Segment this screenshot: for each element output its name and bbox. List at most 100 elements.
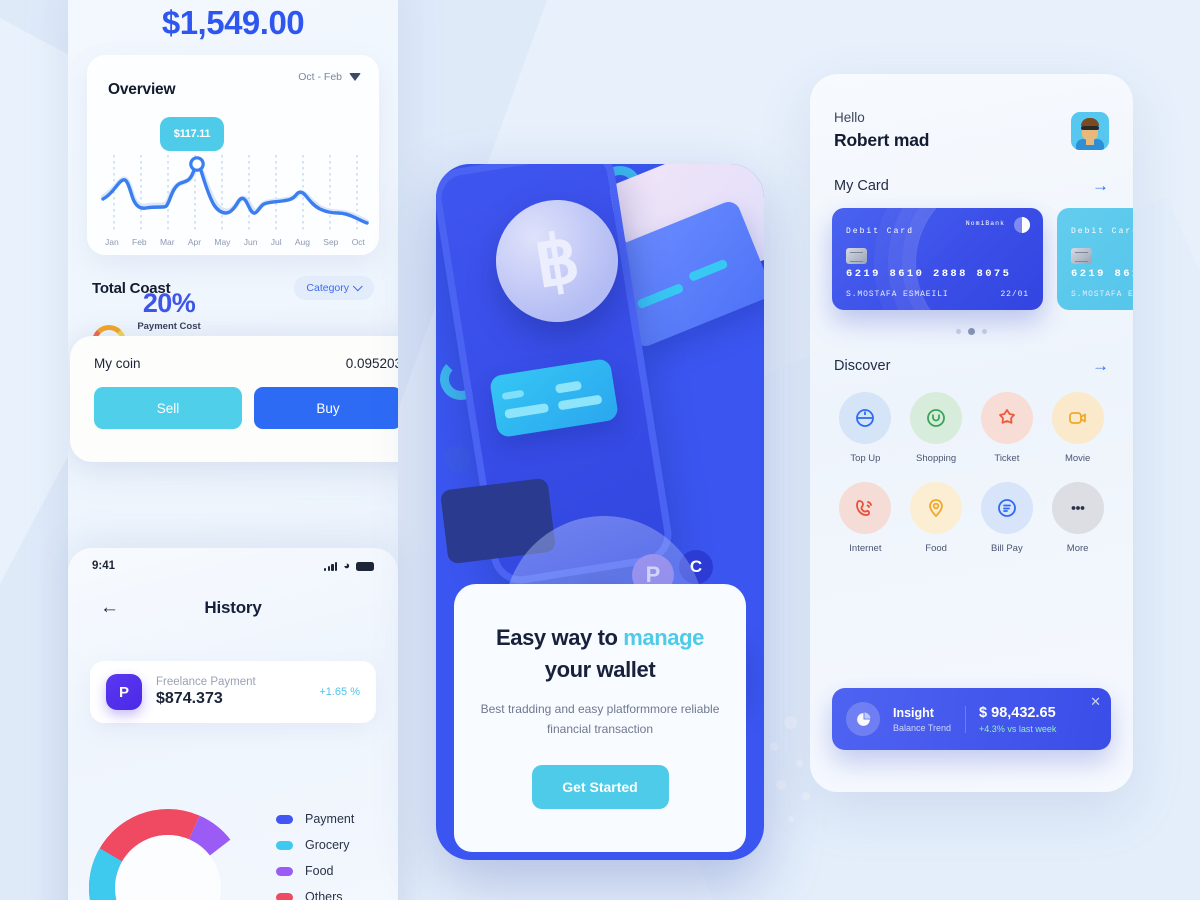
discover-label: Movie [1064,453,1091,464]
discover-label: Bill Pay [991,543,1023,554]
discover-grid: Top Up Shopping Ticket Movie Internet Fo… [810,374,1133,554]
card-chip-icon [846,248,867,264]
carousel-dot[interactable] [956,329,961,334]
insight-title: Insight [893,705,934,720]
donut-percent: 20% [142,288,196,318]
legend-item: Others [276,890,354,900]
category-dropdown[interactable]: Category [294,276,374,300]
center-phone-panel: 000 ฿ P C ฿ BUY Easy way to manage your … [436,164,764,860]
my-coin-label: My coin [94,356,141,371]
promo-card: Easy way to manage your wallet Best trad… [454,584,746,852]
discover-item-internet[interactable]: Internet [830,482,901,554]
topup-icon [839,392,892,444]
transaction-name: Freelance Payment [156,676,256,688]
close-icon[interactable]: ✕ [1090,695,1101,708]
insight-amount: $ 98,432.65 [979,704,1056,721]
bank-card[interactable]: Debit Card 6219 8610 2888 8075 S.MOSTAFA… [1057,208,1133,310]
x-tick: May [214,237,231,247]
promo-heading: Easy way to manage your wallet [480,622,720,686]
discover-item-movie[interactable]: Movie [1042,392,1113,464]
my-card-title: My Card [834,177,889,194]
bank-card[interactable]: Debit Card NomiBank 6219 8610 2888 8075 … [832,208,1043,310]
legend-label: Grocery [305,838,350,852]
discover-item-more[interactable]: More [1042,482,1113,554]
my-card-header: My Card → [810,151,1133,194]
transaction-amount: $874.373 [156,690,223,707]
card-number: 6219 8610 2888 8075 [1071,268,1133,280]
card-number: 6219 8610 2888 8075 [846,268,1012,280]
status-bar: 9:41 ◕ [68,548,398,572]
chevron-down-icon [349,73,361,81]
discover-label: Top Up [850,453,881,464]
x-tick: Aug [294,237,310,247]
promo-heading-highlight: manage [623,625,704,650]
x-tick: Mar [159,237,175,247]
pie-chart-icon [846,702,880,736]
wifi-icon: ◕ [343,559,350,572]
chart-x-axis: Jan Feb Mar Apr May Jun Jul Aug Sep Oct [101,237,369,247]
legend-swatch [276,866,293,876]
phone-call-icon [839,482,892,534]
discover-item-bill-pay[interactable]: Bill Pay [972,482,1043,554]
card-holder: S.MOSTAFA ESMAEILI [846,290,949,299]
avatar[interactable] [1071,111,1109,150]
overview-range-selector[interactable]: Oct - Feb [298,71,361,83]
chevron-down-icon [352,280,363,291]
discover-label: More [1066,543,1089,554]
line-chart [100,155,370,233]
legend-swatch [276,892,293,900]
arrow-right-icon[interactable]: → [1092,177,1109,194]
card-type-label: Debit Card [1071,227,1133,236]
right-phone-panel: Hello Robert mad My Card → Debit Card No… [810,74,1133,792]
x-tick: Jul [270,237,282,247]
discover-item-top-up[interactable]: Top Up [830,392,901,464]
x-tick: Feb [132,237,147,247]
shopping-icon [910,392,963,444]
discover-title: Discover [834,357,891,374]
more-dots-icon [1051,482,1104,534]
card-carousel[interactable]: Debit Card NomiBank 6219 8610 2888 8075 … [810,208,1133,312]
x-tick: Oct [351,237,365,247]
my-coin-value: 0.095203 [345,356,398,371]
donut-caption: Payment Cost [137,321,201,332]
overview-title: Overview [108,81,176,98]
carousel-dot-active[interactable] [968,328,975,335]
get-started-button[interactable]: Get Started [531,765,669,810]
donut-center-label: 20% Payment Cost [104,288,234,332]
transaction-row[interactable]: P Freelance Payment $874.373 +1.65 % [90,661,376,723]
legend-swatch [276,814,293,824]
card-chip-icon [1071,248,1092,264]
greeting-small: Hello [834,110,865,125]
discover-header: Discover → [810,335,1133,374]
total-balance: $1,549.00 [161,4,305,41]
x-tick: Sep [323,237,339,247]
battery-icon [356,561,374,571]
card-expiry: 22/01 [1000,290,1029,299]
discover-item-food[interactable]: Food [901,482,972,554]
legend-item: Payment [276,812,354,826]
category-label: Category [306,282,349,294]
chart-tooltip: $117.11 [160,117,224,151]
my-coin-card: My coin 0.095203 Sell Buy [70,336,398,462]
greeting-name: Robert mad [834,130,930,150]
insight-delta: +4.3% vs last week [979,723,1057,734]
overview-card: Overview Oct - Feb $117.11 Jan Feb Mar A… [87,55,379,255]
bill-icon [980,482,1033,534]
sell-button[interactable]: Sell [94,387,242,429]
transaction-change: +1.65 % [319,686,360,698]
buy-button[interactable]: Buy [254,387,398,429]
insight-banner[interactable]: Insight Balance Trend $ 98,432.65 +4.3% … [832,688,1111,750]
paypal-icon: P [106,674,142,710]
discover-item-ticket[interactable]: Ticket [972,392,1043,464]
discover-item-shopping[interactable]: Shopping [901,392,972,464]
movie-icon [1051,392,1104,444]
legend-label: Payment [305,812,355,826]
legend-label: Others [305,890,343,900]
card-holder: S.MOSTAFA ESMAEILI [1071,290,1133,299]
signal-bars-icon [324,561,338,571]
carousel-dots[interactable] [810,328,1133,335]
overview-range-label: Oct - Feb [298,71,342,83]
arrow-right-icon[interactable]: → [1092,357,1109,374]
page-title: History [204,597,262,617]
carousel-dot[interactable] [982,329,987,334]
